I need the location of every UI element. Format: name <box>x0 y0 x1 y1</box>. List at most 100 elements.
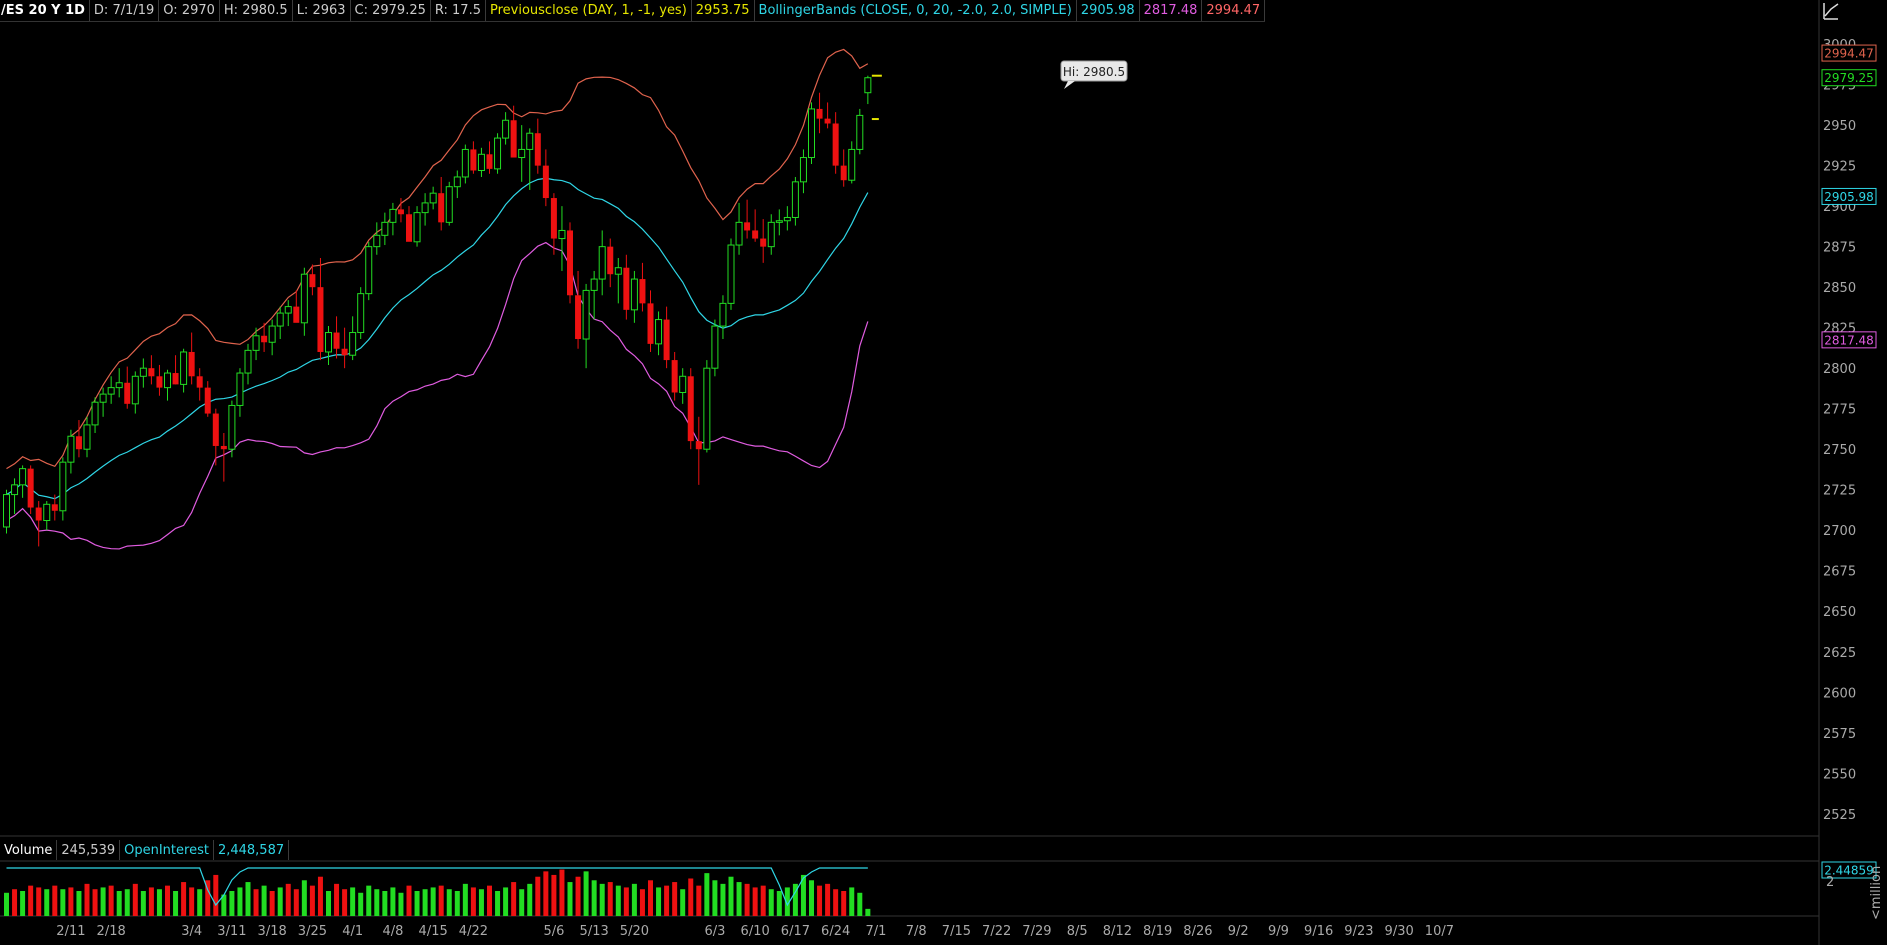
volume-unit-label: <million <box>1869 866 1884 920</box>
price-tick: 2600 <box>1823 686 1856 701</box>
candle-down <box>188 351 195 377</box>
volume-bar <box>833 889 839 916</box>
candle-down <box>760 238 767 247</box>
candle-down <box>840 165 847 181</box>
volume-bar <box>591 880 597 916</box>
open-interest-label[interactable]: OpenInterest <box>120 840 214 860</box>
candle-up <box>107 387 115 395</box>
price-tag-value: 2817.48 <box>1824 333 1874 347</box>
candle-down <box>510 120 517 158</box>
volume-bar <box>358 892 364 916</box>
volume-bar <box>165 885 170 916</box>
candle-down <box>534 133 541 166</box>
candle-up <box>180 351 188 385</box>
volume-tick: 2 <box>1826 875 1834 890</box>
volume-bar <box>744 883 750 916</box>
date-tick: 5/6 <box>543 924 564 939</box>
candle-down <box>824 118 831 124</box>
candle-down <box>75 436 82 450</box>
volume-bar <box>656 887 662 916</box>
prevclose-study-label[interactable]: Previousclose (DAY, 1, -1, yes) <box>486 0 692 21</box>
candle-up <box>655 319 663 345</box>
candle-up <box>164 372 171 389</box>
volume-bar <box>84 883 90 916</box>
candle-up <box>252 335 260 351</box>
date-tick: 9/16 <box>1304 924 1333 939</box>
candle-down <box>309 274 316 288</box>
volume-bar <box>76 891 82 916</box>
volume-bar <box>213 874 219 916</box>
candle-up <box>856 114 864 150</box>
candle-up <box>284 306 292 314</box>
candle-down <box>671 360 678 393</box>
volume-bar <box>334 883 340 916</box>
candle-up <box>703 367 711 450</box>
candle-down <box>406 214 412 242</box>
volume-bar <box>269 891 275 916</box>
price-tick: 2775 <box>1823 403 1856 418</box>
volume-bar <box>704 873 710 916</box>
volume-bar <box>253 889 259 916</box>
candle-down <box>695 441 702 450</box>
volume-bar <box>4 892 9 916</box>
candle-down <box>542 165 549 199</box>
candle-up <box>711 325 719 369</box>
volume-bar <box>712 880 718 916</box>
candle-up <box>413 212 421 243</box>
candle-down <box>550 198 557 239</box>
candle-down <box>27 468 34 508</box>
candle-up <box>228 404 236 450</box>
volume-bar <box>430 887 436 916</box>
candle-up <box>719 302 727 327</box>
candle-down <box>663 319 670 361</box>
candle-down <box>204 387 211 414</box>
volume-bar <box>245 882 251 916</box>
volume-bar <box>462 883 468 916</box>
chart-svg: 2525 2550 2575 2600 2625 2650 2675 2700 2725 2750… <box>0 0 1884 945</box>
candle-down <box>470 149 477 171</box>
price-axis[interactable]: 2525 2550 2575 2600 2625 2650 2675 2700 2725 2750… <box>1823 38 1856 823</box>
price-tick: 2550 <box>1823 767 1856 782</box>
date-tick: 6/17 <box>781 924 810 939</box>
candle-down <box>816 108 823 119</box>
price-tick: 2725 <box>1823 484 1856 499</box>
time-axis[interactable]: 2/11 2/18 3/4 3/11 3/18 3/25 4/1 4/8 4/15 4/22 5/6… <box>56 924 1454 939</box>
volume-bar <box>583 871 589 916</box>
candle-up <box>11 484 19 496</box>
candle-up <box>139 367 147 377</box>
price-tick: 2700 <box>1823 524 1856 539</box>
prevclose-study-value: 2953.75 <box>692 0 755 21</box>
candle-down <box>438 193 445 223</box>
volume-bar <box>680 889 686 916</box>
volume-bar <box>20 891 26 916</box>
date-tick: 2/11 <box>56 924 85 939</box>
date-tick: 7/1 <box>865 924 886 939</box>
candle-down <box>317 287 324 352</box>
bollinger-study-label[interactable]: BollingerBands (CLOSE, 0, 20, -2.0, 2.0,… <box>755 0 1077 21</box>
volume-label[interactable]: Volume <box>0 840 58 860</box>
price-tag-value: 2905.98 <box>1824 190 1874 204</box>
candle-down <box>647 303 654 344</box>
candle-up <box>99 393 107 403</box>
candle-up <box>365 246 373 295</box>
volume-bar <box>116 891 122 916</box>
symbol-label[interactable]: /ES 20 Y 1D <box>0 0 90 21</box>
candle-up <box>783 216 791 222</box>
study-header: /ES 20 Y 1D D: 7/1/19 O: 2970 H: 2980.5 … <box>0 0 1266 22</box>
volume-bar <box>672 882 678 916</box>
volume-bar <box>148 887 154 916</box>
volume-bar <box>487 885 492 916</box>
candle-down <box>687 376 694 442</box>
date-tick: 9/30 <box>1385 924 1414 939</box>
date-tick: 8/12 <box>1103 924 1132 939</box>
chart-settings-icon[interactable] <box>1820 0 1842 22</box>
volume-bar <box>422 889 428 916</box>
price-tick: 2675 <box>1823 565 1856 580</box>
candle-down <box>148 368 155 377</box>
volume-bar <box>495 891 501 916</box>
bollinger-upper-value: 2994.47 <box>1202 0 1266 21</box>
date-tick: 6/10 <box>741 924 770 939</box>
volume-bar <box>760 885 766 916</box>
volume-bar <box>398 892 404 916</box>
open-interest-value: 2,448,587 <box>214 840 290 860</box>
